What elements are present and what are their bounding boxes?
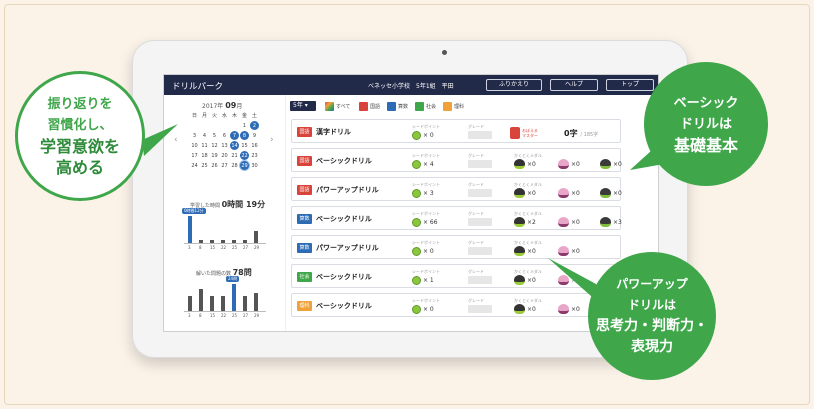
callout-right-bottom-line2: ドリルは: [627, 298, 676, 312]
callout-right-top-line3: 基礎基本: [673, 135, 738, 155]
callout-right-bottom-line3: 思考力・判断力・: [596, 318, 708, 334]
callout-right-top-line2: ドリルは: [679, 116, 732, 132]
callout-right-bottom-line4: 表現力: [631, 339, 673, 355]
callout-right-bottom: パワーアップ ドリルは 思考力・判断力・ 表現力: [588, 252, 716, 380]
callout-left-pointer: [142, 124, 178, 156]
callout-right-top: ベーシック ドリルは 基礎基本: [644, 62, 768, 186]
callout-right-top-line1: ベーシック: [673, 95, 739, 111]
callout-right-bottom-line1: パワーアップ: [616, 277, 688, 291]
